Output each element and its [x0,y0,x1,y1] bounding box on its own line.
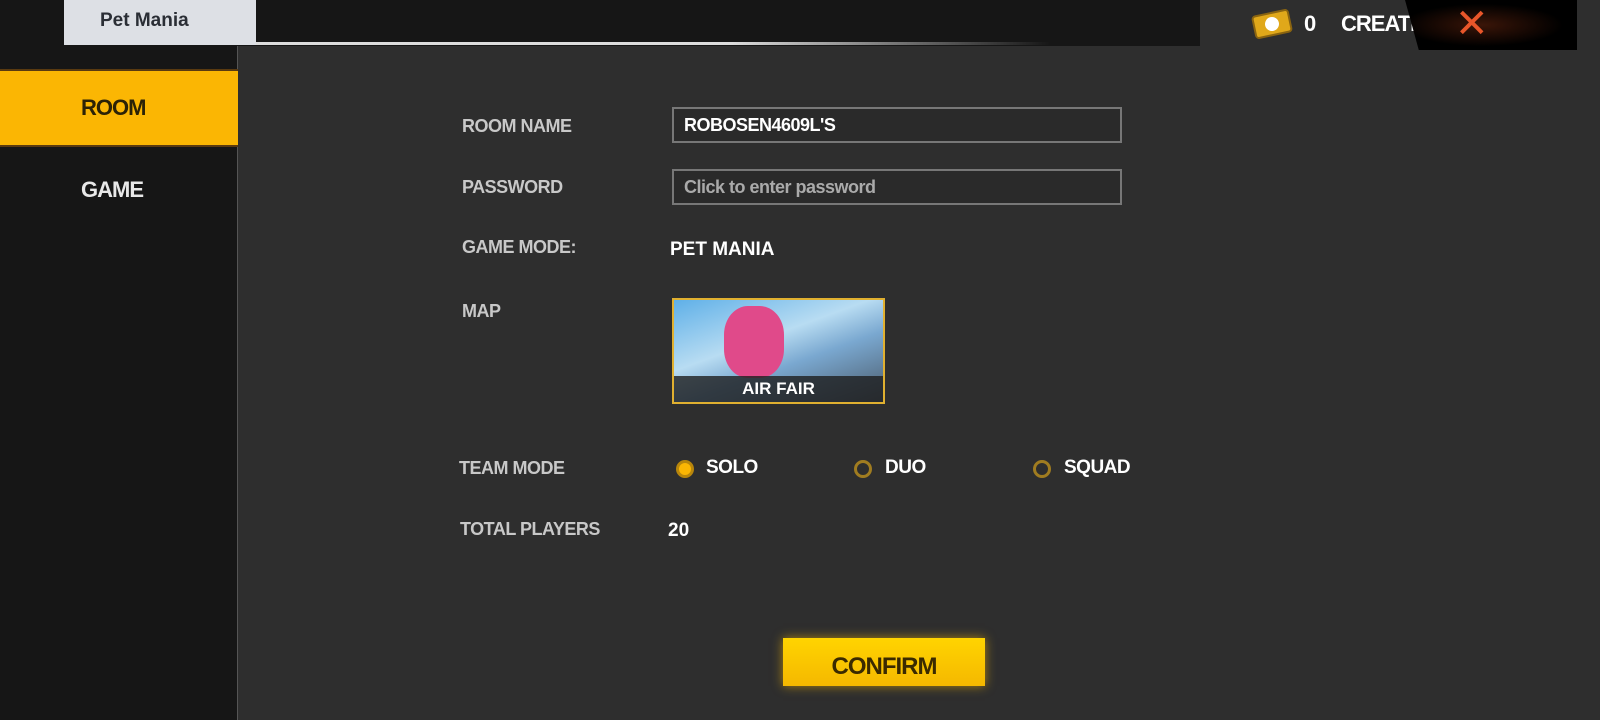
team-mode-label: TEAM MODE [459,458,565,478]
total-players-value: 20 [668,520,690,541]
radio-squad[interactable] [1033,460,1051,478]
sidebar-item-room[interactable]: ROOM [0,69,238,147]
radio-duo[interactable] [854,460,872,478]
radio-solo[interactable] [676,460,694,478]
map-selector[interactable]: AIR FAIR [672,298,885,404]
close-icon[interactable]: ✕ [1455,4,1489,44]
sidebar: ROOM GAME [0,46,238,720]
map-name: AIR FAIR [674,376,883,402]
password-input[interactable]: Click to enter password [672,169,1122,205]
radio-solo-label[interactable]: SOLO [706,457,758,479]
map-label: MAP [462,301,501,321]
confirm-button[interactable]: CONFIRM [783,638,985,686]
mode-tab[interactable]: Pet Mania [64,0,256,45]
sidebar-item-game[interactable]: GAME [0,153,238,231]
radio-squad-label[interactable]: SQUAD [1064,457,1131,479]
close-button[interactable] [1405,0,1577,50]
ticket-count: 0 [1304,11,1317,36]
password-label: PASSWORD [462,177,563,197]
game-mode-label: GAME MODE: [462,237,577,257]
radio-duo-label[interactable]: DUO [885,457,926,479]
room-name-input[interactable]: ROBOSEN4609L'S [672,107,1122,143]
map-thumbnail-art [724,306,784,378]
game-mode-value: PET MANIA [670,239,775,260]
room-name-label: ROOM NAME [462,116,572,136]
total-players-label: TOTAL PLAYERS [460,519,600,539]
divider [250,42,1050,45]
